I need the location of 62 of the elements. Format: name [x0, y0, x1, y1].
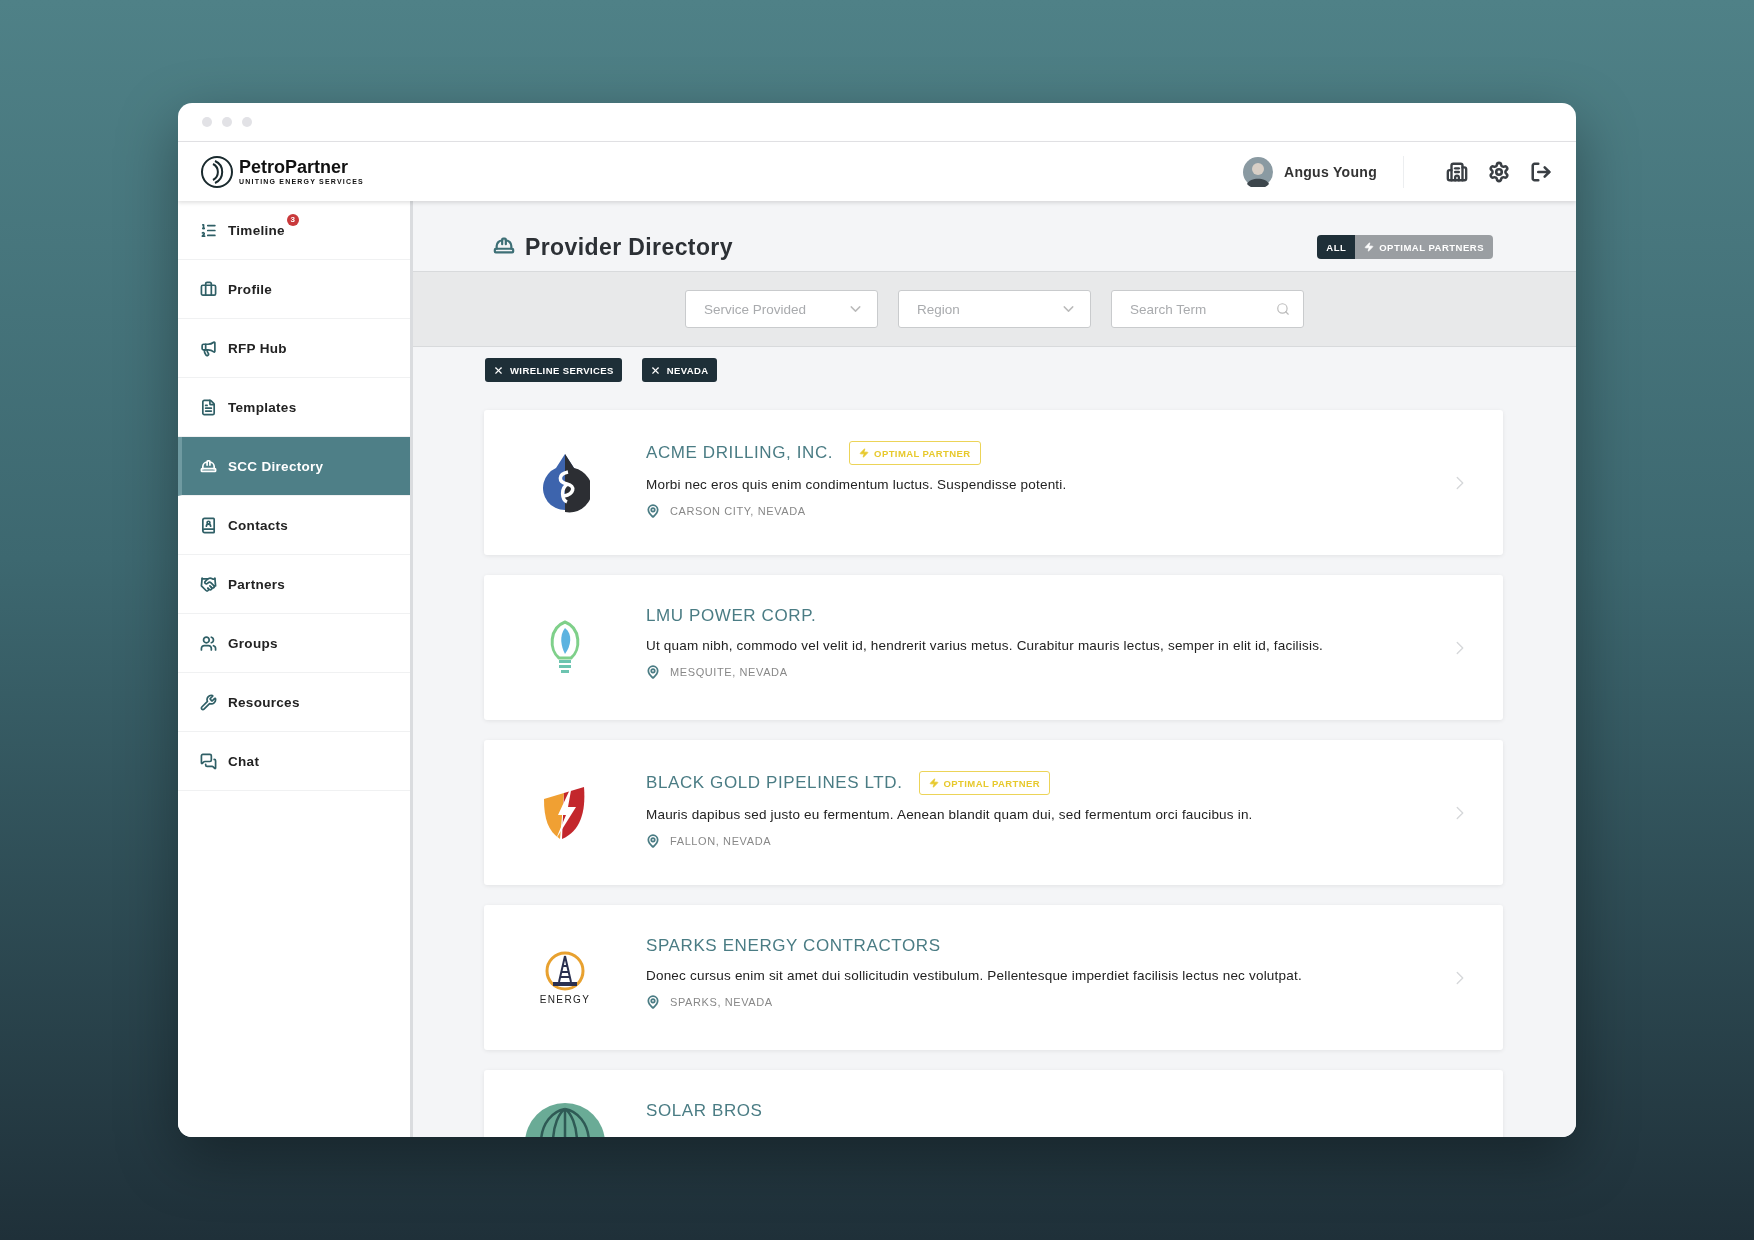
provider-card[interactable]: ACME DRILLING, INC. OPTIMAL PARTNER Morbi nec eros quis enim condimentum luctus. Suspendisse potenti. CARSON CITY, NEVADA [484, 410, 1503, 555]
window-dot [242, 117, 252, 127]
sidebar-item[interactable]: SCC Directory [178, 437, 410, 496]
document-icon [200, 398, 217, 416]
provider-card[interactable]: SOLAR BROS [484, 1070, 1503, 1137]
megaphone-icon [200, 339, 217, 357]
partner-badge: OPTIMAL PARTNER [849, 441, 981, 465]
partner-badge: OPTIMAL PARTNER [918, 771, 1050, 795]
window-dot [222, 117, 232, 127]
chat-icon [200, 752, 217, 770]
list-icon [200, 221, 217, 239]
close-icon [493, 364, 504, 376]
company-description: Mauris dapibus sed justo eu fermentum. Aenean blandit quam dui, sed fermentum orci faucibus in. [646, 807, 1254, 822]
bolt-icon [928, 778, 939, 788]
company-location: FALLON, NEVADA [670, 835, 772, 847]
logo-icon [200, 154, 234, 189]
company-description: Ut quam nibh, commodo vel velit id, hendrerit varius metus. Curabitur mauris lectus, semper in elit id, facilisis. [646, 638, 1325, 653]
contact-book-icon [200, 516, 217, 534]
user-name: Angus Young [1284, 163, 1377, 180]
location-pin-icon [646, 834, 660, 848]
bolt-icon [1364, 242, 1375, 252]
wrench-icon [200, 693, 217, 711]
dropdown-field[interactable]: Region [898, 290, 1091, 328]
handshake-icon [200, 575, 217, 593]
logo-text: ENERGY [539, 994, 591, 1005]
close-icon [649, 364, 661, 376]
company-location: SPARKS, NEVADA [670, 996, 773, 1008]
people-icon [200, 634, 217, 652]
window-dot [202, 117, 212, 127]
settings-icon[interactable] [1488, 160, 1510, 183]
company-description: Morbi nec eros quis enim condimentum luctus. Suspendisse potenti. [646, 477, 1068, 492]
avatar-icon [1243, 156, 1273, 187]
dropdown-field[interactable]: Service Provided [685, 290, 878, 328]
company-name: LMU POWER CORP. [646, 606, 817, 626]
company-name: BLACK GOLD PIPELINES LTD. [646, 773, 903, 793]
company-description: Donec cursus enim sit amet dui sollicitudin vestibulum. Pellentesque imperdiet facilisis lectus nec volutpat. [646, 968, 1303, 983]
building-icon[interactable] [1446, 160, 1468, 183]
filter-tag[interactable]: WIRELINE SERVICES [485, 358, 622, 382]
briefcase-icon [200, 280, 217, 298]
notification-badge: 3 [286, 213, 299, 226]
hard-hat-icon [493, 235, 515, 257]
company-name: SPARKS ENERGY CONTRACTORS [646, 936, 941, 956]
bolt-icon [859, 448, 870, 458]
location-pin-icon [646, 504, 660, 518]
page-title: Provider Directory [525, 234, 733, 261]
company-name: SOLAR BROS [646, 1101, 763, 1121]
company-name: ACME DRILLING, INC. [646, 443, 834, 463]
provider-card[interactable]: BLACK GOLD PIPELINES LTD. OPTIMAL PARTNER Mauris dapibus sed justo eu fermentum. Aenean blandit quam dui, sed fermentum orci faucibus in. FALLON, NEVADA [484, 740, 1503, 885]
logout-icon[interactable] [1530, 160, 1552, 183]
brand-name: PetroPartner [239, 158, 350, 176]
search-icon [1276, 302, 1290, 316]
search-field[interactable]: Search Term [1111, 290, 1304, 328]
location-pin-icon [646, 665, 660, 679]
hard-hat-icon [200, 457, 217, 475]
provider-card[interactable]: LMU POWER CORP. Ut quam nibh, commodo vel velit id, hendrerit varius metus. Curabitur mauris lectus, semper in elit id, facilisis. MESQUITE, NEVADA [484, 575, 1503, 720]
location-pin-icon [646, 995, 660, 1009]
tower-logo [544, 950, 586, 992]
company-location: MESQUITE, NEVADA [670, 666, 788, 678]
filter-tag[interactable]: NEVADA [641, 358, 717, 382]
toggle-button[interactable]: ALL [1317, 235, 1356, 259]
provider-card[interactable]: ENERGY SPARKS ENERGY CONTRACTORS Donec cursus enim sit amet dui sollicitudin vestibulum. Pellentesque imperdiet facilisis lectus nec volutpat. SPARKS, NEVADA [484, 905, 1503, 1050]
company-location: CARSON CITY, NEVADA [670, 505, 806, 517]
